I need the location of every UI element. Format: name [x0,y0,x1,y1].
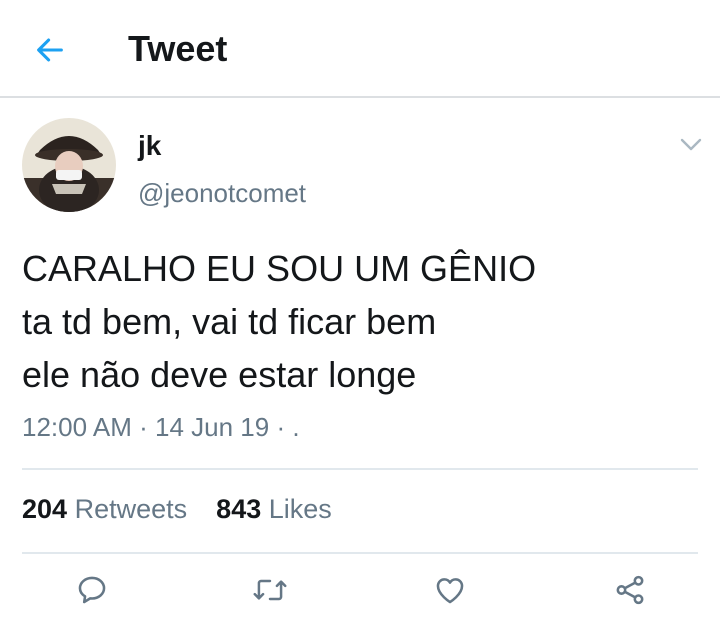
retweets-label: Retweets [74,494,188,524]
heart-icon [436,578,464,604]
tweet-metadata: 12:00 AM · 14 Jun 19 · . [22,412,300,443]
retweets-stat[interactable]: 204 Retweets [22,494,195,524]
meta-separator: · [139,412,148,442]
tweet-time: 12:00 AM [22,412,132,442]
tweet-source[interactable]: . [292,412,299,442]
author-handle[interactable]: @jeonotcomet [138,178,306,209]
tweet-text: CARALHO EU SOU UM GÊNIO ta td bem, vai t… [22,242,702,401]
retweets-count: 204 [22,494,68,524]
divider [22,552,698,554]
tweet-text-line: ele não deve estar longe [22,354,417,395]
chevron-down-icon [680,138,702,151]
tweet-actions-bar [0,570,720,614]
avatar[interactable] [22,118,116,212]
reply-icon [78,576,106,604]
retweet-icon [253,579,287,601]
arrow-left-icon [37,38,63,62]
tweet-date: 14 Jun 19 [155,412,270,442]
tweet-stats: 204 Retweets 843 Likes [22,494,332,525]
tweet-text-line: CARALHO EU SOU UM GÊNIO [22,248,537,289]
meta-separator: · [276,412,286,442]
profile-photo [22,118,116,212]
share-button[interactable] [610,570,650,610]
retweet-button[interactable] [250,570,290,610]
page-title: Tweet [128,28,228,69]
tweet-text-line: ta td bem, vai td ficar bem [22,301,437,342]
divider [22,468,698,470]
top-bar: Tweet [0,0,720,98]
back-button[interactable] [30,30,70,70]
tweet-menu-button[interactable] [676,132,706,156]
likes-label: Likes [268,494,332,524]
author-name[interactable]: jk [138,130,161,162]
likes-count: 843 [216,494,262,524]
like-button[interactable] [430,570,470,610]
likes-stat[interactable]: 843 Likes [216,494,332,524]
share-icon [616,575,644,605]
reply-button[interactable] [72,570,112,610]
